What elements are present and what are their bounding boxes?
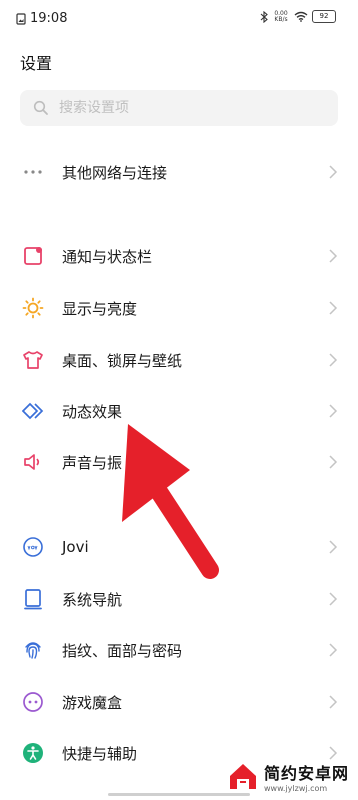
search-input[interactable] — [57, 99, 321, 117]
chevron-right-icon — [329, 643, 338, 657]
navigation-icon — [24, 589, 42, 610]
sun-icon — [22, 297, 44, 319]
wifi-icon — [294, 11, 308, 22]
net-speed-unit: KB/s — [274, 15, 288, 23]
setting-item-label: 通知与状态栏 — [62, 247, 153, 266]
status-right: 0.00 KB/s 92 — [260, 10, 336, 23]
chevron-right-icon — [329, 249, 338, 263]
shirt-icon — [23, 351, 43, 369]
more-dots-icon — [24, 170, 42, 174]
setting-item-label: 动态效果 — [62, 402, 123, 421]
setting-item-label: 指纹、面部与密码 — [62, 641, 183, 660]
setting-item-game-box[interactable]: 游戏魔盒 — [0, 676, 358, 728]
chevron-right-icon — [329, 353, 338, 367]
fingerprint-icon — [25, 642, 41, 659]
chevron-right-icon — [329, 695, 338, 709]
chevron-right-icon — [329, 165, 338, 179]
setting-item-label: 游戏魔盒 — [62, 693, 123, 712]
status-bar: 19:08 0.00 KB/s 92 — [0, 0, 358, 40]
watermark-url: www.jylzwj.com — [264, 783, 328, 793]
watermark-text: 简约安卓网 www.jylzwj.com — [264, 760, 349, 793]
search-icon — [33, 100, 48, 115]
chevron-right-icon — [329, 404, 338, 418]
battery-indicator: 92 — [312, 10, 336, 23]
watermark-logo-icon — [230, 764, 256, 789]
setting-item-label: Jovi — [62, 538, 89, 556]
setting-item-system-navigation[interactable]: 系统导航 — [0, 573, 358, 625]
setting-item-dynamic-effects[interactable]: 动态效果 — [0, 385, 358, 437]
chevron-right-icon — [329, 540, 338, 554]
notification-icon — [24, 247, 42, 265]
status-left: 19:08 — [16, 11, 67, 26]
setting-item-label: 声音与振 — [62, 453, 123, 472]
setting-item-label: 快捷与辅助 — [62, 744, 138, 763]
setting-item-sound[interactable]: 声音与振 — [0, 436, 358, 488]
net-speed: 0.00 KB/s — [272, 10, 290, 23]
setting-item-notifications[interactable]: 通知与状态栏 — [0, 230, 358, 282]
setting-item-other-networks[interactable]: 其他网络与连接 — [0, 146, 358, 198]
page-title: 设置 — [20, 54, 53, 73]
chevron-right-icon — [329, 592, 338, 606]
setting-item-label: 系统导航 — [62, 590, 123, 609]
setting-item-security[interactable]: 指纹、面部与密码 — [0, 624, 358, 676]
watermark: 简约安卓网 www.jylzwj.com — [226, 756, 358, 796]
game-box-icon — [23, 692, 43, 712]
chevron-right-icon — [329, 455, 338, 469]
diamond-icon — [22, 402, 44, 420]
home-indicator[interactable] — [108, 793, 250, 796]
watermark-name: 简约安卓网 — [264, 763, 350, 783]
status-time: 19:08 — [30, 11, 68, 26]
setting-item-label: 其他网络与连接 — [62, 163, 168, 182]
bluetooth-icon — [260, 10, 268, 23]
speaker-icon — [24, 454, 40, 470]
chevron-right-icon — [329, 301, 338, 315]
setting-item-jovi[interactable]: Jovi — [0, 521, 358, 573]
setting-item-label: 显示与亮度 — [62, 299, 138, 318]
accessibility-icon — [23, 743, 43, 763]
setting-item-wallpaper[interactable]: 桌面、锁屏与壁纸 — [0, 334, 358, 386]
jovi-icon — [23, 537, 43, 557]
image-notification-icon — [16, 12, 26, 25]
search-box[interactable] — [20, 90, 338, 126]
setting-item-label: 桌面、锁屏与壁纸 — [62, 351, 183, 370]
setting-item-display[interactable]: 显示与亮度 — [0, 282, 358, 334]
